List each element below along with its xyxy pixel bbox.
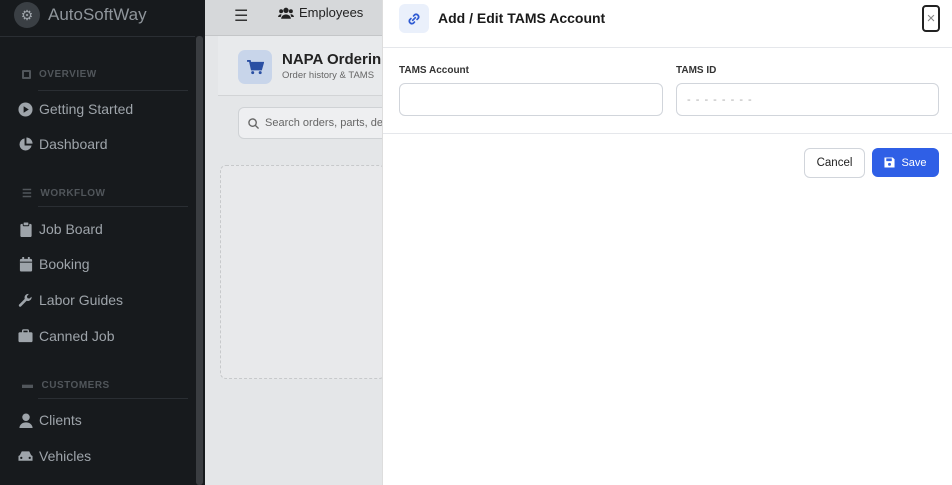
cancel-button[interactable]: Cancel — [804, 148, 865, 178]
section-workflow: ☰ WORKFLOW — [22, 187, 105, 200]
users-icon: ▬ — [22, 379, 34, 391]
search-icon — [248, 117, 259, 129]
sidebar-item-label: Job Board — [39, 221, 103, 237]
tams-id-label: TAMS ID — [676, 65, 717, 76]
cart-icon — [238, 50, 272, 84]
divider — [383, 133, 952, 134]
sidebar-item-label: Canned Job — [39, 328, 115, 344]
sidebar-item-vehicles[interactable]: Vehicles — [18, 448, 91, 464]
panel-header: Add / Edit TAMS Account × — [383, 0, 952, 48]
save-label: Save — [901, 156, 927, 169]
search-placeholder: Search orders, parts, de — [265, 117, 384, 129]
search-input[interactable]: Search orders, parts, de — [238, 107, 388, 139]
section-customers: ▬ CUSTOMERS — [22, 379, 110, 391]
wrench-icon — [18, 293, 33, 308]
section-overview: OVERVIEW — [22, 69, 97, 80]
calendar-icon — [18, 256, 33, 272]
car-icon — [18, 449, 33, 464]
divider — [0, 36, 195, 37]
employees-label: Employees — [299, 5, 364, 20]
sidebar-item-canned-job[interactable]: Canned Job — [18, 328, 115, 344]
sidebar-scrollbar[interactable] — [196, 36, 203, 485]
brand-name: AutoSoftWay — [48, 5, 147, 24]
sidebar-item-dashboard[interactable]: Dashboard — [18, 136, 108, 152]
brand[interactable]: ⚙ AutoSoftWay — [14, 0, 147, 30]
close-button[interactable]: × — [922, 5, 940, 32]
save-icon — [884, 157, 895, 168]
divider — [38, 206, 188, 207]
section-label: OVERVIEW — [39, 69, 97, 80]
sidebar: ⚙ AutoSoftWay OVERVIEW Getting Started D… — [0, 0, 205, 485]
close-icon: × — [926, 10, 936, 27]
sidebar-item-label: Vehicles — [39, 448, 92, 464]
sidebar-item-booking[interactable]: Booking — [18, 256, 90, 272]
save-button[interactable]: Save — [872, 148, 939, 177]
sidebar-item-clients[interactable]: Clients — [18, 412, 82, 428]
clipboard-icon — [18, 221, 33, 237]
pie-chart-icon — [18, 136, 33, 152]
sidebar-item-label: Labor Guides — [39, 292, 124, 308]
page-subtitle: Order history & TAMS — [282, 70, 375, 81]
briefcase-icon — [18, 329, 33, 344]
sidebar-item-label: Booking — [39, 256, 90, 272]
play-circle-icon — [18, 101, 33, 117]
tams-account-panel: Add / Edit TAMS Account × TAMS Account T… — [382, 0, 952, 485]
page-title: NAPA Orderin — [282, 51, 382, 68]
sidebar-item-labor-guides[interactable]: Labor Guides — [18, 292, 123, 308]
link-icon — [399, 4, 429, 33]
grid-icon — [22, 70, 31, 79]
sidebar-item-label: Getting Started — [39, 101, 134, 117]
section-label: CUSTOMERS — [41, 379, 110, 391]
divider — [38, 398, 188, 399]
sidebar-item-label: Clients — [39, 412, 82, 428]
gear-logo-icon: ⚙ — [14, 2, 40, 28]
empty-state-area — [220, 165, 385, 379]
hamburger-menu-icon[interactable]: ☰ — [234, 6, 248, 26]
sidebar-item-label: Dashboard — [39, 136, 108, 152]
user-icon — [18, 412, 33, 428]
sidebar-item-getting-started[interactable]: Getting Started — [18, 101, 133, 117]
tams-id-input[interactable] — [676, 83, 939, 116]
section-label: WORKFLOW — [40, 188, 106, 199]
tams-account-input[interactable] — [399, 83, 663, 116]
employees-button[interactable]: Employees — [278, 5, 363, 20]
users-icon — [278, 7, 294, 19]
panel-title: Add / Edit TAMS Account — [438, 10, 606, 26]
sidebar-item-job-board[interactable]: Job Board — [18, 221, 103, 237]
divider — [38, 90, 188, 91]
list-icon: ☰ — [22, 188, 33, 200]
tams-account-label: TAMS Account — [399, 65, 469, 76]
